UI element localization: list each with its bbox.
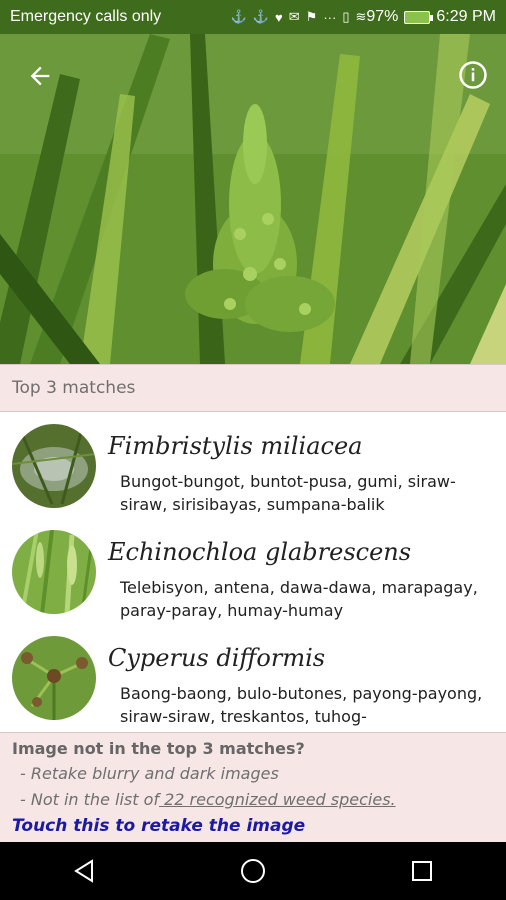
captured-weed-photo	[0, 34, 506, 364]
status-bar: Emergency calls only ⚓ ⚓ ♥ ✉ ⚑ ··· ▯ ≋ 9…	[0, 0, 506, 34]
top-matches-title: Top 3 matches	[12, 378, 136, 398]
match-thumbnail-3	[12, 636, 96, 720]
system-navigation-bar	[0, 842, 506, 900]
match-scientific-name: Echinochloa glabrescens	[108, 538, 412, 566]
nav-home-button[interactable]	[233, 851, 273, 891]
match-common-names: Bungot-bungot, buntot-pusa, gumi, siraw-…	[120, 472, 456, 514]
tip-retake-blurry: - Retake blurry and dark images	[20, 764, 279, 783]
match-item-2[interactable]: Echinochloa glabrescens Telebisyon, ante…	[0, 530, 506, 636]
usb-icon: ⚓	[230, 9, 247, 24]
match-item-3[interactable]: Cyperus difformis Baong-baong, bulo-buto…	[0, 636, 506, 742]
nav-back-icon	[74, 859, 94, 883]
tip-not-in-list-prefix: - Not in the list of	[20, 790, 159, 809]
info-icon	[459, 61, 487, 89]
wifi-icon: ≋	[355, 9, 367, 24]
status-carrier-text: Emergency calls only	[10, 8, 162, 25]
back-button[interactable]	[22, 58, 58, 94]
status-right: 97% 6:29 PM	[366, 8, 496, 26]
retake-help-panel: Image not in the top 3 matches? - Retake…	[0, 732, 506, 842]
vibrate-icon: ▯	[342, 9, 350, 24]
more-icon: ···	[323, 9, 337, 25]
cyperus-photo	[12, 636, 96, 720]
match-item-1[interactable]: Fimbristylis miliacea Bungot-bungot, bun…	[0, 424, 506, 530]
usb-icon-2: ⚓	[252, 9, 270, 24]
not-in-matches-question: Image not in the top 3 matches?	[12, 739, 305, 758]
battery-icon	[404, 10, 434, 24]
tip-not-in-list: - Not in the list of 22 recognized weed …	[12, 787, 494, 813]
vpn-icon: ✉	[288, 9, 300, 24]
nav-back-button[interactable]	[64, 851, 104, 891]
echinochloa-photo	[12, 530, 96, 614]
notification-icons: ⚓ ⚓ ♥ ✉ ⚑ ··· ▯ ≋	[231, 9, 367, 25]
nav-home-icon	[240, 859, 265, 883]
recognized-species-link[interactable]: 22 recognized weed species.	[159, 790, 396, 809]
match-scientific-name: Fimbristylis miliacea	[108, 432, 363, 460]
battery-percent: 97%	[366, 8, 399, 25]
match-scientific-name: Cyperus difformis	[108, 644, 326, 672]
fimbristylis-photo	[12, 424, 96, 508]
nav-recents-button[interactable]	[402, 851, 442, 891]
match-thumbnail-2	[12, 530, 96, 614]
photo-illustration	[0, 34, 506, 364]
match-thumbnail-1	[12, 424, 96, 508]
clock: 6:29 PM	[436, 8, 496, 25]
retake-image-link[interactable]: Touch this to retake the image	[12, 813, 494, 839]
top-matches-header: Top 3 matches	[0, 364, 506, 412]
back-arrow-icon	[30, 66, 50, 86]
info-button[interactable]	[456, 58, 490, 92]
match-common-names: Baong-baong, bulo-butones, payong-payong…	[120, 684, 483, 726]
flag-icon: ⚑	[305, 9, 318, 24]
match-common-names: Telebisyon, antena, dawa-dawa, marapagay…	[120, 578, 478, 620]
heart-icon: ♥	[275, 9, 283, 25]
nav-recents-icon	[411, 861, 432, 881]
